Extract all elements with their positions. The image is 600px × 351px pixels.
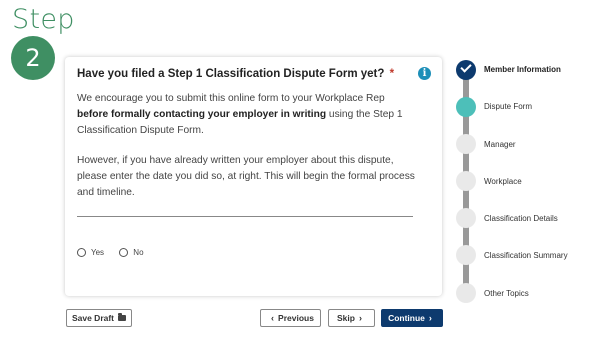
step-node-member-information[interactable] xyxy=(456,60,476,80)
date-input-underline[interactable] xyxy=(77,216,413,217)
question-text: Have you filed a Step 1 Classification D… xyxy=(77,68,385,80)
step-label-classification-summary[interactable]: Classification Summary xyxy=(484,251,568,260)
continue-label: Continue xyxy=(388,313,425,323)
previous-button[interactable]: ‹ Previous xyxy=(260,309,321,327)
step-label-workplace[interactable]: Workplace xyxy=(484,177,522,186)
intro-paragraph: We encourage you to submit this online f… xyxy=(77,91,417,139)
radio-label-no: No xyxy=(133,248,144,257)
step-number-badge: 2 xyxy=(11,36,55,80)
save-draft-label: Save Draft xyxy=(71,313,115,323)
continue-button[interactable]: Continue › xyxy=(381,309,443,327)
save-draft-button[interactable]: Save Draft xyxy=(66,309,132,327)
radio-option-no[interactable]: No xyxy=(119,248,144,257)
step-label-member-information[interactable]: Member Information xyxy=(484,65,561,74)
previous-label: Previous xyxy=(278,313,314,323)
step-node-classification-summary[interactable] xyxy=(456,245,476,265)
checkmark-icon xyxy=(460,61,472,73)
step-node-manager[interactable] xyxy=(456,134,476,154)
step-node-other-topics[interactable] xyxy=(456,283,476,303)
skip-button[interactable]: Skip › xyxy=(328,309,375,327)
step-label-manager[interactable]: Manager xyxy=(484,140,516,149)
required-marker: * xyxy=(389,68,395,80)
radio-option-yes[interactable]: Yes xyxy=(77,248,104,257)
form-card: Have you filed a Step 1 Classification D… xyxy=(65,57,442,296)
skip-label: Skip xyxy=(337,313,355,323)
chevron-right-icon: › xyxy=(358,313,362,323)
folder-icon xyxy=(118,313,127,321)
radio-circle-icon[interactable] xyxy=(77,248,86,257)
filed-radio-group: Yes No xyxy=(77,248,157,259)
step-label: Step xyxy=(12,4,75,35)
already-written-paragraph: However, if you have already written you… xyxy=(77,155,415,198)
step-node-dispute-form[interactable] xyxy=(456,97,476,117)
question-heading: Have you filed a Step 1 Classification D… xyxy=(77,68,407,80)
info-icon[interactable]: i xyxy=(418,67,431,80)
step-label-other-topics[interactable]: Other Topics xyxy=(484,289,529,298)
step-label-classification-details[interactable]: Classification Details xyxy=(484,214,558,223)
radio-circle-icon[interactable] xyxy=(119,248,129,257)
radio-label-yes: Yes xyxy=(91,248,105,257)
step-node-workplace[interactable] xyxy=(456,171,476,191)
intro-text-emphasis: before formally contacting your employer… xyxy=(77,109,327,120)
chevron-left-icon: ‹ xyxy=(271,313,275,323)
chevron-right-icon: › xyxy=(428,313,432,323)
step-node-classification-details[interactable] xyxy=(456,208,476,228)
intro-text-start: We encourage you to submit this online f… xyxy=(77,93,385,104)
step-label-dispute-form[interactable]: Dispute Form xyxy=(484,102,532,111)
